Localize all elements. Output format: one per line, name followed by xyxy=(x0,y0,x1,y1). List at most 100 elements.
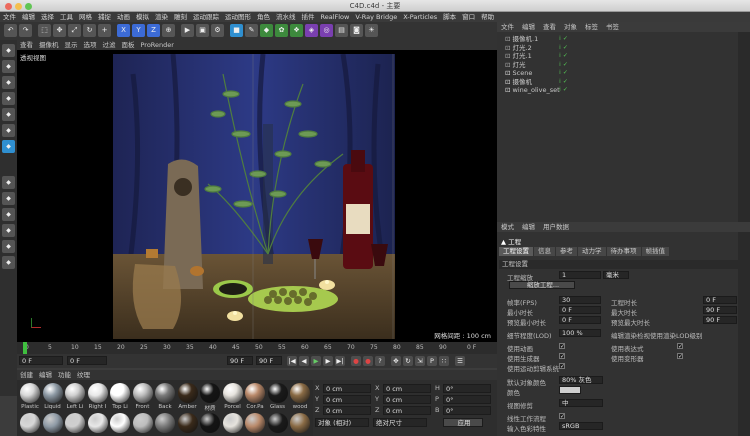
max-time-field[interactable]: 90 F xyxy=(703,306,737,314)
lod-field[interactable]: 100 % xyxy=(559,329,601,337)
coord-size[interactable]: 0 cm xyxy=(383,384,431,393)
key-button[interactable]: ? xyxy=(375,356,385,366)
coord-mode-select[interactable]: 对象 (相对) xyxy=(315,418,369,427)
menu-item[interactable]: 渲染 xyxy=(155,13,168,21)
coord-size-select[interactable]: 绝对尺寸 xyxy=(373,418,427,427)
use-generators-checkbox[interactable]: ✓ xyxy=(559,353,565,360)
viewport-menu-item[interactable]: 面板 xyxy=(122,41,135,49)
select-icon[interactable]: ⬚ xyxy=(38,24,51,37)
model-mode-icon[interactable]: ◆ xyxy=(2,60,15,73)
rotate-key-icon[interactable]: ↻ xyxy=(403,356,413,366)
viewport-menu-item[interactable]: ProRender xyxy=(141,41,174,49)
x-axis-icon[interactable]: X xyxy=(117,24,130,37)
array-icon[interactable]: ✿ xyxy=(275,24,288,37)
coord-size[interactable]: 0 cm xyxy=(383,406,431,415)
move-icon[interactable]: ✥ xyxy=(53,24,66,37)
material-row2-cor-pa[interactable] xyxy=(244,412,266,434)
material-row2-right-i[interactable] xyxy=(87,412,109,434)
prev-frame-button[interactable]: ◀ xyxy=(299,356,309,366)
record-button[interactable]: ● xyxy=(351,356,361,366)
generator-icon[interactable]: ❖ xyxy=(290,24,303,37)
snap-icon[interactable]: ◆ xyxy=(2,192,15,205)
scale-field[interactable]: 1 xyxy=(559,271,601,279)
coord-pos[interactable]: 0 cm xyxy=(323,395,371,404)
subdivision-icon[interactable]: ◆ xyxy=(260,24,273,37)
use-expression-checkbox[interactable]: ✓ xyxy=(677,343,683,350)
object-row-2[interactable]: ⊡ 灯光.2 xyxy=(505,44,532,52)
edges-mode-icon[interactable]: ◆ xyxy=(2,124,15,137)
attribute-tab[interactable]: 工程设置 xyxy=(499,247,533,256)
viewport[interactable]: 透视视图 网格间距: 100 cm xyxy=(17,50,497,342)
start-frame-field[interactable]: 0 F xyxy=(67,356,107,365)
minimize-window-button[interactable] xyxy=(15,3,22,10)
undo-icon[interactable]: ↶ xyxy=(4,24,17,37)
object-menu-item[interactable]: 书签 xyxy=(606,23,619,31)
default-color-select[interactable]: 80% 灰色 xyxy=(559,376,603,384)
goto-start-button[interactable]: |◀ xyxy=(287,356,297,366)
visibility-dots[interactable]: ⁞ ✓ xyxy=(559,61,568,68)
viewport-menu-item[interactable]: 选项 xyxy=(84,41,97,49)
redo-icon[interactable]: ↷ xyxy=(19,24,32,37)
attribute-scrollbar[interactable] xyxy=(738,232,750,436)
scene-icon[interactable]: ▤ xyxy=(335,24,348,37)
next-frame-button[interactable]: ▶ xyxy=(323,356,333,366)
coord-rot[interactable]: 0° xyxy=(443,406,491,415)
material-left-li[interactable]: Left Li xyxy=(64,382,86,410)
cube-icon[interactable]: ■ xyxy=(230,24,243,37)
object-row-item[interactable]: ⊡ 灯光 xyxy=(505,61,526,69)
scale-unit-select[interactable]: 毫米 xyxy=(603,271,629,279)
attribute-tab[interactable]: 参考 xyxy=(556,247,577,256)
workplane-icon[interactable]: ◆ xyxy=(2,92,15,105)
material-row2-left-li[interactable] xyxy=(64,412,86,434)
enable-axis-icon[interactable]: ◆ xyxy=(2,176,15,189)
menu-item[interactable]: 模拟 xyxy=(136,13,149,21)
visibility-dots[interactable]: ⁞ ✓ xyxy=(559,52,568,59)
material-wood[interactable]: wood xyxy=(289,382,311,410)
fps-field[interactable]: 30 xyxy=(559,296,601,304)
coord-size[interactable]: 0 cm xyxy=(383,395,431,404)
material-row2-porcel[interactable] xyxy=(222,412,244,434)
visibility-dots[interactable]: ⁞ ✓ xyxy=(559,44,568,51)
end-preview-field[interactable]: 90 F xyxy=(256,356,282,365)
apply-button[interactable]: 应用 xyxy=(443,418,483,427)
coord-rot[interactable]: 0° xyxy=(443,384,491,393)
attribute-tab[interactable]: 动力学 xyxy=(578,247,606,256)
end-frame-field[interactable]: 90 F xyxy=(227,356,253,365)
viewport-menu-item[interactable]: 过滤 xyxy=(103,41,116,49)
material-liquid[interactable]: Liquid xyxy=(42,382,64,410)
timeline-menu-icon[interactable]: ☰ xyxy=(455,356,465,366)
object-row-1[interactable]: ⊡ 灯光.1 xyxy=(505,52,532,60)
min-time-field[interactable]: 0 F xyxy=(559,306,601,314)
menu-item[interactable]: 文件 xyxy=(3,13,16,21)
close-window-button[interactable] xyxy=(5,3,12,10)
material-item[interactable]: 材质 xyxy=(199,382,221,412)
move-key-icon[interactable]: ✥ xyxy=(391,356,401,366)
menu-item[interactable]: 窗口 xyxy=(462,13,475,21)
project-time-field[interactable]: 0 F xyxy=(703,296,737,304)
attribute-tab[interactable]: 帧插值 xyxy=(641,247,669,256)
material-row2-amber[interactable] xyxy=(177,412,199,434)
viewport-menu-item[interactable]: 摄像机 xyxy=(39,41,59,49)
menu-item[interactable]: 脚本 xyxy=(443,13,456,21)
material-row2-top-li[interactable] xyxy=(109,412,131,434)
material-row2-plastic[interactable] xyxy=(19,412,41,434)
preview-min-field[interactable]: 0 F xyxy=(559,316,601,324)
z-axis-icon[interactable]: Z xyxy=(147,24,160,37)
render-settings-icon[interactable]: ⚙ xyxy=(211,24,224,37)
material-plastic[interactable]: Plastic xyxy=(19,382,41,410)
material-menu-item[interactable]: 编辑 xyxy=(39,371,52,379)
color-swatch[interactable] xyxy=(559,386,581,394)
render-view-icon[interactable]: ▶ xyxy=(181,24,194,37)
visibility-dots[interactable]: ⁞ ✓ xyxy=(559,69,568,76)
coord-pos[interactable]: 0 cm xyxy=(323,384,371,393)
menu-item[interactable]: 网格 xyxy=(79,13,92,21)
deformer-icon[interactable]: ◈ xyxy=(305,24,318,37)
play-button[interactable]: ▶ xyxy=(311,356,321,366)
menu-item[interactable]: 流水线 xyxy=(276,13,296,21)
menu-item[interactable]: 雕刻 xyxy=(174,13,187,21)
field-icon[interactable]: ◎ xyxy=(320,24,333,37)
object-row-wine-olive-set[interactable]: ⊡ wine_olive_set xyxy=(505,86,560,94)
material-amber[interactable]: Amber xyxy=(177,382,199,410)
menu-item[interactable]: 运动跟踪 xyxy=(193,13,219,21)
rotate-icon[interactable]: ↻ xyxy=(83,24,96,37)
